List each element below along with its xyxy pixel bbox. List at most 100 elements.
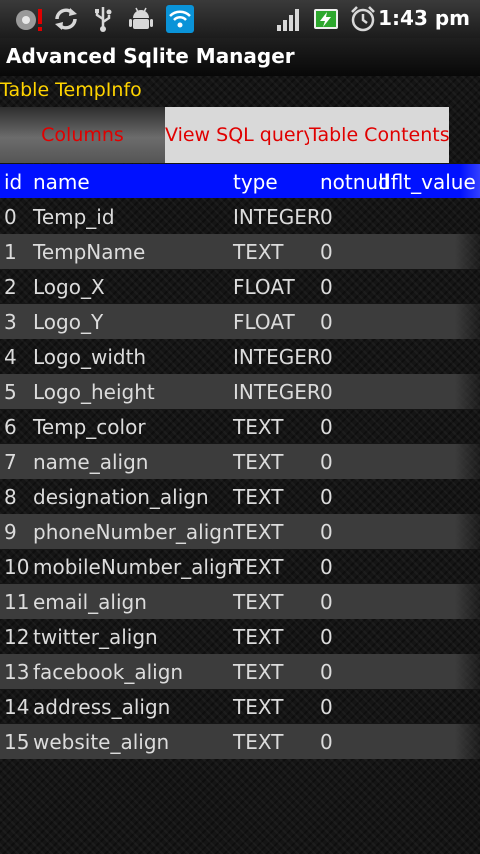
cell-id: 6 [4,415,17,439]
cell-type: TEXT [233,660,284,684]
cell-type: INTEGER [233,205,321,229]
cell-name: facebook_align [33,660,184,684]
cell-id: 2 [4,275,17,299]
usb-icon [95,7,112,32]
cell-type: FLOAT [233,275,295,299]
cell-notnull: 0 [320,380,333,404]
cell-id: 10 [4,555,30,579]
cell-type: TEXT [233,485,284,509]
cell-type: TEXT [233,695,284,719]
cell-name: Temp_color [33,415,146,439]
table-row[interactable]: 14 address_align TEXT 0 [0,689,480,724]
tab-view-sql-query[interactable]: View SQL query [165,107,315,163]
cell-name: Temp_id [33,205,115,229]
cell-notnull: 0 [320,555,333,579]
cell-name: address_align [33,695,171,719]
cell-name: email_align [33,590,147,614]
cell-id: 15 [4,730,30,754]
cell-id: 1 [4,240,17,264]
cell-name: name_align [33,450,149,474]
alert-icon [16,9,42,31]
table-row[interactable]: 15 website_align TEXT 0 [0,724,480,759]
cell-id: 11 [4,590,30,614]
table-row[interactable]: 5 Logo_height INTEGER 0 [0,374,480,409]
cell-notnull: 0 [320,695,333,719]
cell-name: TempName [33,240,146,264]
header-dflt-value: dflt_value [378,170,476,194]
cell-id: 13 [4,660,30,684]
cell-notnull: 0 [320,450,333,474]
cell-type: INTEGER [233,345,321,369]
cell-type: TEXT [233,590,284,614]
table-row[interactable]: 7 name_align TEXT 0 [0,444,480,479]
cell-name: website_align [33,730,170,754]
cell-name: twitter_align [33,625,158,649]
cell-type: TEXT [233,520,284,544]
cell-type: TEXT [233,730,284,754]
status-bar: 1:43 pm [0,0,480,39]
cell-id: 14 [4,695,30,719]
cell-notnull: 0 [320,205,333,229]
columns-table-header: id name type notnull dflt_value [0,164,480,198]
table-row[interactable]: 1 TempName TEXT 0 [0,234,480,269]
cell-notnull: 0 [320,730,333,754]
cell-type: TEXT [233,555,284,579]
battery-charging-icon [314,9,338,29]
cell-type: INTEGER [233,380,321,404]
alarm-icon [351,6,375,32]
cell-type: TEXT [233,415,284,439]
header-type: type [233,170,278,194]
table-row[interactable]: 13 facebook_align TEXT 0 [0,654,480,689]
tab-table-contents[interactable]: Table Contents [309,107,450,163]
cell-id: 0 [4,205,17,229]
view-tabs: Columns View SQL query Table Contents [0,107,450,163]
signal-icon [277,9,299,31]
cell-name: Logo_X [33,275,105,299]
cell-notnull: 0 [320,275,333,299]
cell-id: 8 [4,485,17,509]
header-id: id [4,170,23,194]
table-row[interactable]: 2 Logo_X FLOAT 0 [0,269,480,304]
table-row[interactable]: 0 Temp_id INTEGER 0 [0,199,480,234]
cell-name: phoneNumber_align [33,520,235,544]
cell-id: 5 [4,380,17,404]
cell-notnull: 0 [320,415,333,439]
table-name-label: Table TempInfo [0,79,142,101]
cell-name: designation_align [33,485,209,509]
table-row[interactable]: 4 Logo_width INTEGER 0 [0,339,480,374]
cell-notnull: 0 [320,240,333,264]
cell-notnull: 0 [320,310,333,334]
sync-icon [55,8,77,30]
cell-notnull: 0 [320,660,333,684]
app-title: Advanced Sqlite Manager [6,44,295,68]
cell-name: Logo_height [33,380,155,404]
table-row[interactable]: 3 Logo_Y FLOAT 0 [0,304,480,339]
cell-notnull: 0 [320,590,333,614]
status-time: 1:43 pm [378,6,470,30]
cell-id: 9 [4,520,17,544]
cell-type: TEXT [233,450,284,474]
cell-id: 7 [4,450,17,474]
table-row[interactable]: 10 mobileNumber_align TEXT 0 [0,549,480,584]
cell-notnull: 0 [320,345,333,369]
cell-type: TEXT [233,240,284,264]
cell-name: Logo_width [33,345,147,369]
table-row[interactable]: 8 designation_align TEXT 0 [0,479,480,514]
cell-notnull: 0 [320,485,333,509]
header-name: name [33,170,90,194]
table-row[interactable]: 11 email_align TEXT 0 [0,584,480,619]
cell-id: 3 [4,310,17,334]
cell-notnull: 0 [320,625,333,649]
table-row[interactable]: 9 phoneNumber_align TEXT 0 [0,514,480,549]
cell-type: FLOAT [233,310,295,334]
app-title-bar: Advanced Sqlite Manager [0,38,480,76]
cell-notnull: 0 [320,520,333,544]
table-row[interactable]: 12 twitter_align TEXT 0 [0,619,480,654]
cell-type: TEXT [233,625,284,649]
tab-columns[interactable]: Columns [0,107,165,163]
cell-id: 12 [4,625,30,649]
cell-id: 4 [4,345,17,369]
cell-name: Logo_Y [33,310,104,334]
table-row[interactable]: 6 Temp_color TEXT 0 [0,409,480,444]
android-debug-icon [129,7,153,29]
